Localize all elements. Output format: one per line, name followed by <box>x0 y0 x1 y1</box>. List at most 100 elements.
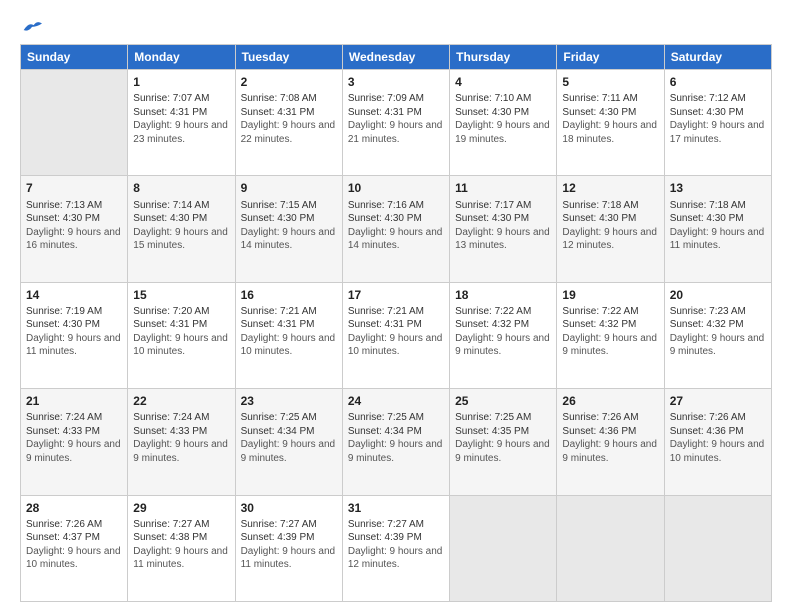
daylight-hours: Daylight: 9 hours and 10 minutes. <box>670 438 766 465</box>
sunrise-time: Sunrise: 7:16 AM <box>348 199 444 213</box>
calendar-day-cell: 1Sunrise: 7:07 AMSunset: 4:31 PMDaylight… <box>128 70 235 176</box>
calendar-day-cell: 21 Sunrise: 7:24 AMSunset: 4:33 PMDayligh… <box>21 389 128 495</box>
sunset-time: Sunset: 4:33 PM <box>133 425 229 439</box>
sunrise-time: Sunrise: 7:18 AM <box>670 199 766 213</box>
sunrise-time: Sunrise: 7:17 AM <box>455 199 551 213</box>
calendar-week-row: 21Sunrise: 7:24 AMSunset: 4:33 PMDayligh… <box>21 389 772 495</box>
day-number: 14 <box>26 287 122 303</box>
daylight-hours: Daylight: 9 hours and 14 minutes. <box>241 226 337 253</box>
calendar-header-row: SundayMondayTuesdayWednesdayThursdayFrid… <box>21 45 772 70</box>
calendar-day-cell: 10Sunrise: 7:16 AMSunset: 4:30 PMDayligh… <box>342 176 449 282</box>
calendar-week-row: 7Sunrise: 7:13 AMSunset: 4:30 PMDaylight… <box>21 176 772 282</box>
sunrise-time: Sunrise: 7:25 AM <box>348 411 444 425</box>
sunset-time: Sunset: 4:37 PM <box>26 531 122 545</box>
sunset-time: Sunset: 4:31 PM <box>348 106 444 120</box>
day-number: 6 <box>670 74 766 90</box>
day-number: 22 <box>133 393 229 409</box>
logo-area <box>20 18 44 34</box>
sunrise-time: Sunrise: 7:25 AM <box>455 411 551 425</box>
sunrise-time: Sunrise: 7:26 AM <box>670 411 766 425</box>
sunrise-time: Sunrise: 7:09 AM <box>348 92 444 106</box>
sunrise-time: Sunrise: 7:12 AM <box>670 92 766 106</box>
sunset-time: Sunset: 4:31 PM <box>133 106 229 120</box>
day-number: 16 <box>241 287 337 303</box>
sunrise-time: Sunrise: 7:19 AM <box>26 305 122 319</box>
calendar-day-cell: 4Sunrise: 7:10 AMSunset: 4:30 PMDaylight… <box>450 70 557 176</box>
sunset-time: Sunset: 4:31 PM <box>241 318 337 332</box>
daylight-hours: Daylight: 9 hours and 9 minutes. <box>670 332 766 359</box>
daylight-hours: Daylight: 9 hours and 22 minutes. <box>241 119 337 146</box>
calendar-day-cell: 24 Sunrise: 7:25 AMSunset: 4:34 PMDayligh… <box>342 389 449 495</box>
weekday-header-cell: Tuesday <box>235 45 342 70</box>
sunrise-time: Sunrise: 7:18 AM <box>562 199 658 213</box>
daylight-hours: Daylight: 9 hours and 9 minutes. <box>348 438 444 465</box>
calendar-day-cell: 2Sunrise: 7:08 AMSunset: 4:31 PMDaylight… <box>235 70 342 176</box>
calendar-day-cell <box>557 495 664 601</box>
calendar-week-row: 14Sunrise: 7:19 AMSunset: 4:30 PMDayligh… <box>21 282 772 388</box>
calendar-table: SundayMondayTuesdayWednesdayThursdayFrid… <box>20 44 772 602</box>
day-number: 17 <box>348 287 444 303</box>
sunrise-time: Sunrise: 7:21 AM <box>241 305 337 319</box>
sunset-time: Sunset: 4:30 PM <box>26 318 122 332</box>
sunrise-time: Sunrise: 7:10 AM <box>455 92 551 106</box>
day-number: 21 <box>26 393 122 409</box>
sunset-time: Sunset: 4:34 PM <box>241 425 337 439</box>
sunrise-time: Sunrise: 7:08 AM <box>241 92 337 106</box>
sunset-time: Sunset: 4:33 PM <box>26 425 122 439</box>
day-number: 27 <box>670 393 766 409</box>
day-number: 28 <box>26 500 122 516</box>
daylight-hours: Daylight: 9 hours and 17 minutes. <box>670 119 766 146</box>
daylight-hours: Daylight: 9 hours and 19 minutes. <box>455 119 551 146</box>
weekday-header-cell: Friday <box>557 45 664 70</box>
day-number: 24 <box>348 393 444 409</box>
day-number: 5 <box>562 74 658 90</box>
calendar-day-cell: 6Sunrise: 7:12 AMSunset: 4:30 PMDaylight… <box>664 70 771 176</box>
sunrise-time: Sunrise: 7:26 AM <box>26 518 122 532</box>
day-number: 29 <box>133 500 229 516</box>
sunrise-time: Sunrise: 7:07 AM <box>133 92 229 106</box>
calendar-day-cell: 12Sunrise: 7:18 AMSunset: 4:30 PMDayligh… <box>557 176 664 282</box>
day-number: 15 <box>133 287 229 303</box>
calendar-body: 1Sunrise: 7:07 AMSunset: 4:31 PMDaylight… <box>21 70 772 602</box>
daylight-hours: Daylight: 9 hours and 11 minutes. <box>241 545 337 572</box>
day-number: 25 <box>455 393 551 409</box>
sunset-time: Sunset: 4:30 PM <box>348 212 444 226</box>
sunset-time: Sunset: 4:31 PM <box>241 106 337 120</box>
calendar-day-cell: 7Sunrise: 7:13 AMSunset: 4:30 PMDaylight… <box>21 176 128 282</box>
daylight-hours: Daylight: 9 hours and 13 minutes. <box>455 226 551 253</box>
sunset-time: Sunset: 4:35 PM <box>455 425 551 439</box>
daylight-hours: Daylight: 9 hours and 9 minutes. <box>26 438 122 465</box>
calendar-day-cell: 19Sunrise: 7:22 AMSunset: 4:32 PMDayligh… <box>557 282 664 388</box>
daylight-hours: Daylight: 9 hours and 9 minutes. <box>562 332 658 359</box>
day-number: 18 <box>455 287 551 303</box>
sunset-time: Sunset: 4:34 PM <box>348 425 444 439</box>
sunrise-time: Sunrise: 7:27 AM <box>348 518 444 532</box>
day-number: 11 <box>455 180 551 196</box>
sunset-time: Sunset: 4:30 PM <box>562 212 658 226</box>
sunset-time: Sunset: 4:31 PM <box>133 318 229 332</box>
calendar-day-cell: 28Sunrise: 7:26 AMSunset: 4:37 PMDayligh… <box>21 495 128 601</box>
calendar-day-cell: 11Sunrise: 7:17 AMSunset: 4:30 PMDayligh… <box>450 176 557 282</box>
daylight-hours: Daylight: 9 hours and 9 minutes. <box>455 438 551 465</box>
daylight-hours: Daylight: 9 hours and 9 minutes. <box>562 438 658 465</box>
daylight-hours: Daylight: 9 hours and 10 minutes. <box>241 332 337 359</box>
calendar-day-cell: 17Sunrise: 7:21 AMSunset: 4:31 PMDayligh… <box>342 282 449 388</box>
daylight-hours: Daylight: 9 hours and 18 minutes. <box>562 119 658 146</box>
day-number: 20 <box>670 287 766 303</box>
day-number: 31 <box>348 500 444 516</box>
daylight-hours: Daylight: 9 hours and 11 minutes. <box>26 332 122 359</box>
sunset-time: Sunset: 4:30 PM <box>455 106 551 120</box>
weekday-header-cell: Monday <box>128 45 235 70</box>
calendar-day-cell: 26Sunrise: 7:26 AMSunset: 4:36 PMDayligh… <box>557 389 664 495</box>
daylight-hours: Daylight: 9 hours and 9 minutes. <box>133 438 229 465</box>
daylight-hours: Daylight: 9 hours and 15 minutes. <box>133 226 229 253</box>
calendar-day-cell <box>664 495 771 601</box>
sunset-time: Sunset: 4:30 PM <box>241 212 337 226</box>
sunset-time: Sunset: 4:32 PM <box>670 318 766 332</box>
day-number: 19 <box>562 287 658 303</box>
calendar-day-cell: 14 Sunrise: 7:19 AMSunset: 4:30 PMDayligh… <box>21 282 128 388</box>
sunrise-time: Sunrise: 7:24 AM <box>26 411 122 425</box>
daylight-hours: Daylight: 9 hours and 10 minutes. <box>133 332 229 359</box>
daylight-hours: Daylight: 9 hours and 21 minutes. <box>348 119 444 146</box>
sunrise-time: Sunrise: 7:22 AM <box>455 305 551 319</box>
